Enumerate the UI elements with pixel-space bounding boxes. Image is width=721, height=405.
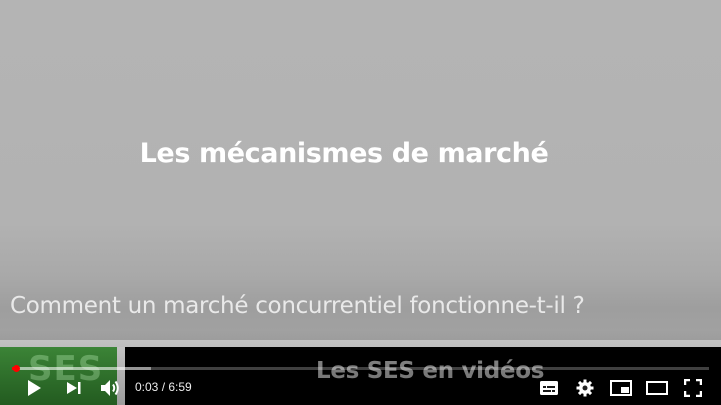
play-button[interactable]: [22, 376, 46, 400]
slide-title: Les mécanismes de marché: [139, 138, 549, 169]
play-icon: [28, 380, 41, 396]
banner-divider: [0, 340, 721, 347]
settings-button[interactable]: [574, 377, 596, 399]
volume-button[interactable]: [98, 377, 122, 399]
miniplayer-icon: [610, 380, 632, 396]
volume-icon: [101, 380, 119, 396]
theater-mode-icon: [646, 381, 668, 395]
progress-buffered: [12, 367, 152, 370]
settings-icon: [576, 379, 594, 397]
theater-mode-button[interactable]: [645, 378, 669, 398]
next-icon: [67, 382, 81, 394]
fullscreen-button[interactable]: [682, 378, 704, 398]
slide-subtitle: Comment un marché concurrentiel fonction…: [10, 293, 585, 319]
miniplayer-button[interactable]: [609, 378, 633, 398]
time-separator: /: [158, 380, 169, 394]
subtitles-button[interactable]: [538, 378, 560, 398]
fullscreen-icon: [684, 379, 702, 397]
progress-bar[interactable]: [12, 365, 709, 372]
next-button[interactable]: [63, 378, 85, 398]
banner-text: Les SES en vidéos: [316, 358, 545, 384]
video-player[interactable]: Les mécanismes de marché Comment un marc…: [0, 0, 721, 405]
current-time: 0:03: [135, 380, 159, 394]
time-display: 0:03 / 6:59: [135, 380, 192, 394]
duration: 6:59: [168, 380, 192, 394]
subtitles-icon: [540, 381, 558, 395]
